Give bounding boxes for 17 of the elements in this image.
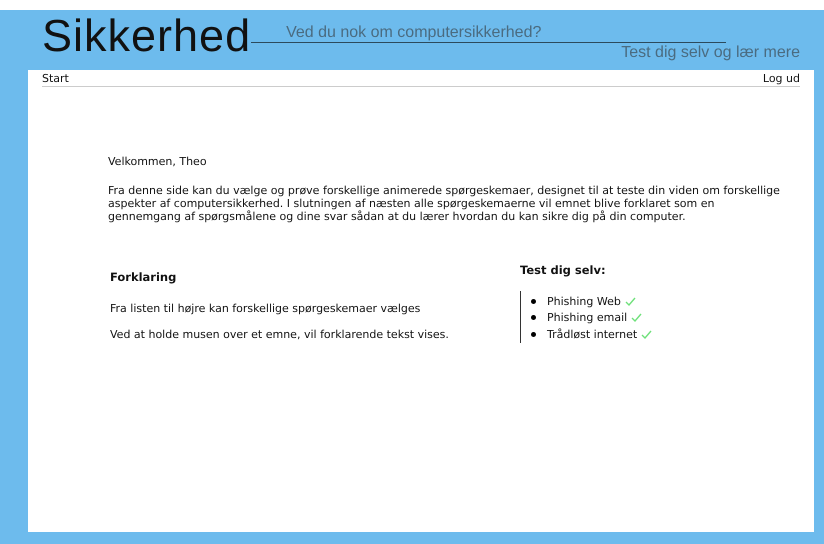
bullet-icon: [531, 315, 536, 320]
site-title: Sikkerhed: [42, 9, 252, 63]
bullet-icon: [531, 332, 536, 337]
quiz-link[interactable]: Trådløst internet: [547, 328, 638, 341]
explanation-text: Ved at holde musen over et emne, vil forklarende tekst vises.: [110, 328, 450, 341]
bullet-icon: [531, 298, 536, 304]
welcome-text: Velkommen, Theo: [108, 155, 208, 168]
logout-link[interactable]: Log ud: [762, 72, 800, 85]
tagline: Ved du nok om computersikkerhed?: [251, 23, 726, 43]
section-heading: Forklaring: [110, 270, 178, 284]
quiz-link[interactable]: Phishing Web: [547, 294, 621, 308]
section-heading: Test dig selv:: [520, 263, 607, 277]
quiz-link[interactable]: Phishing email: [547, 311, 628, 324]
intro-paragraph: Fra denne side kan du vælge og prøve forskellige animerede spørgeskemaer, designet til at teste din viden om forskellige aspekter af computersikkerhed. I slutningen af næsten alle spørgeskemaerne vil emnet blive forklaret som en gennemgang af spørgsmålene og dine svar sådan at du lærer hvordan du kan sikre dig på din computer.: [108, 184, 781, 223]
start-link[interactable]: Start: [42, 72, 69, 85]
explanation-text: Fra listen til højre kan forskellige spørgeskemaer vælges: [110, 302, 422, 315]
subtitle: Test dig selv og lær mere: [620, 44, 801, 62]
